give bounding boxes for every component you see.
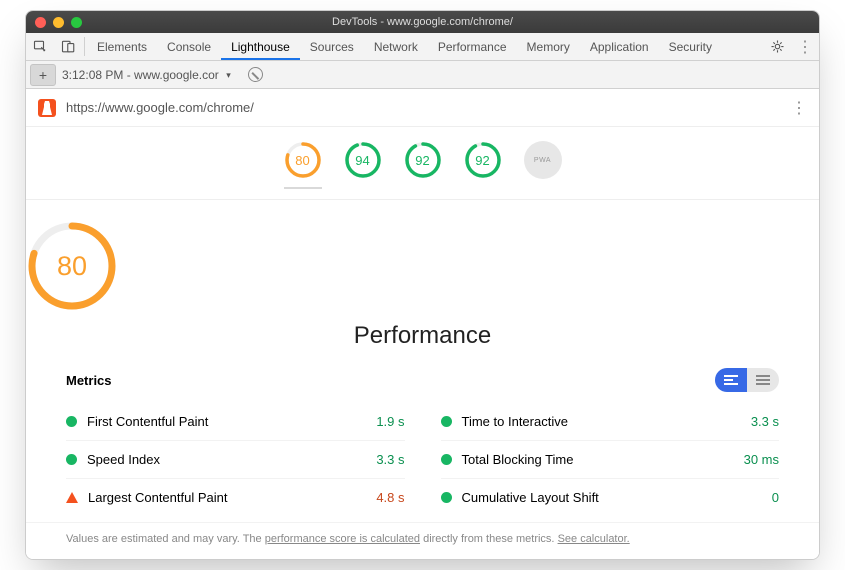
metric-row: Speed Index 3.3 s [66,440,405,478]
tab-performance[interactable]: Performance [428,33,517,60]
inspect-icon[interactable] [26,33,54,60]
pass-icon [441,454,452,465]
tab-application[interactable]: Application [580,33,659,60]
report-selector[interactable]: 3:12:08 PM - www.google.cor [62,68,233,82]
metric-value: 30 ms [744,452,779,467]
metrics-footnote: Values are estimated and may vary. The p… [26,522,819,559]
metrics-grid: First Contentful Paint 1.9 s Time to Inter… [66,402,779,516]
pass-icon [441,492,452,503]
pass-icon [66,416,77,427]
metric-name: Time to Interactive [462,414,568,429]
category-gauge-1[interactable]: 94 [344,141,382,189]
view-expanded-icon[interactable] [715,368,747,392]
metric-value: 4.8 s [376,490,404,505]
devtools-window: DevTools - www.google.com/chrome/ Elemen… [25,10,820,560]
gear-icon[interactable] [763,39,791,54]
close-icon[interactable] [35,17,46,28]
lighthouse-toolbar: + 3:12:08 PM - www.google.cor [26,61,819,89]
tab-security[interactable]: Security [659,33,722,60]
report-menu-icon[interactable]: ⋮ [791,98,807,118]
lighthouse-icon [38,99,56,117]
category-gauge-3[interactable]: 92 [464,141,502,189]
metrics-panel: Metrics First Contentful Paint 1.9 s Time … [26,358,819,516]
tab-elements[interactable]: Elements [87,33,157,60]
titlebar: DevTools - www.google.com/chrome/ [26,11,819,33]
pass-icon [66,454,77,465]
category-title: Performance [26,322,819,350]
category-gauge-2[interactable]: 92 [404,141,442,189]
category-gauge-0[interactable]: 80 [284,141,322,189]
devtools-tabs: ElementsConsoleLighthouseSourcesNetworkP… [26,33,819,61]
metric-row: Time to Interactive 3.3 s [441,402,780,440]
metric-row: First Contentful Paint 1.9 s [66,402,405,440]
metric-value: 3.3 s [751,414,779,429]
new-report-button[interactable]: + [30,64,56,86]
tab-memory[interactable]: Memory [517,33,580,60]
metric-row: Cumulative Layout Shift 0 [441,478,780,516]
pwa-badge[interactable]: PWA [524,141,562,179]
tab-lighthouse[interactable]: Lighthouse [221,33,300,60]
view-compact-icon[interactable] [747,368,779,392]
report-url-bar: https://www.google.com/chrome/ ⋮ [26,89,819,127]
performance-section: 80 Performance [26,200,819,358]
pass-icon [441,416,452,427]
metric-row: Total Blocking Time 30 ms [441,440,780,478]
minimize-icon[interactable] [53,17,64,28]
metrics-heading: Metrics [66,373,112,388]
metrics-view-toggle[interactable] [715,368,779,392]
tab-network[interactable]: Network [364,33,428,60]
kebab-icon[interactable]: ⋮ [791,37,819,57]
window-title: DevTools - www.google.com/chrome/ [26,16,819,28]
tab-list: ElementsConsoleLighthouseSourcesNetworkP… [87,33,722,60]
clear-icon[interactable] [248,67,263,82]
metric-name: Speed Index [87,452,160,467]
device-toggle-icon[interactable] [54,33,82,60]
metric-name: First Contentful Paint [87,414,208,429]
report-url: https://www.google.com/chrome/ [66,100,254,115]
warning-icon [66,492,78,503]
performance-gauge: 80 [26,220,118,312]
metric-name: Largest Contentful Paint [88,490,227,505]
metric-value: 1.9 s [376,414,404,429]
calc-link[interactable]: performance score is calculated [265,533,420,545]
metric-value: 3.3 s [376,452,404,467]
metric-name: Total Blocking Time [462,452,574,467]
tab-sources[interactable]: Sources [300,33,364,60]
category-gauges: 80 94 92 92 PWA [26,127,819,200]
metric-row: Largest Contentful Paint 4.8 s [66,478,405,516]
zoom-icon[interactable] [71,17,82,28]
metric-name: Cumulative Layout Shift [462,490,599,505]
tab-console[interactable]: Console [157,33,221,60]
window-controls[interactable] [35,17,82,28]
metric-value: 0 [772,490,779,505]
lighthouse-report: 80 94 92 92 PWA 80 Performance Metrics Fi… [26,127,819,559]
calculator-link[interactable]: See calculator. [558,533,630,545]
